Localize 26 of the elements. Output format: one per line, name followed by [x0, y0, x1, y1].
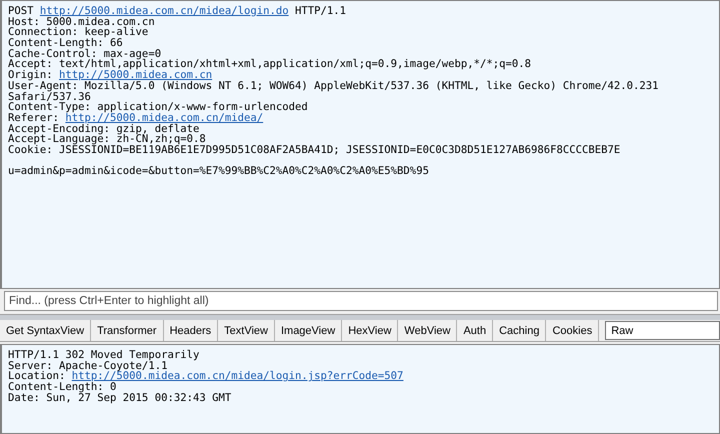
text-line: Content-Length: 66 — [8, 38, 123, 49]
text-line: Origin: http://5000.midea.com.cn — [8, 70, 212, 81]
text-line: Accept-Encoding: gzip, deflate — [8, 124, 200, 134]
text-line: Referer: http://5000.midea.com.cn/midea/ — [8, 112, 264, 124]
text-line: Date: Sun, 27 Sep 2015 00:32:43 GMT — [8, 392, 232, 404]
text-line: POST http://5000.midea.com.cn/midea/login.do HTTP/1.1 — [8, 6, 348, 17]
link[interactable]: http://5000.midea.com.cn — [59, 69, 212, 82]
text-line: HTTP/1.1 302 Moved Temporarily — [8, 350, 200, 361]
find-field[interactable]: Find... (press Ctrl+Enter to highlight all) — [4, 291, 718, 311]
text-line: Safari/537.36 — [8, 92, 92, 102]
text-line: Cookie: JSESSIONID=BE119AB6E1E7D995D51C08AF2A5BA41D; JSESSIONID=E0C0C3D8D51E127AB6986F8CCCCBEB7E — [8, 144, 622, 156]
text-line: Accept: text/html,application/xhtml+xml,application/xml;q=0.9,image/webp,*/*;q=0.8 — [8, 59, 532, 70]
text-line: Host: 5000.midea.com.cn — [8, 16, 155, 28]
tab[interactable]: Raw — [605, 321, 720, 340]
text-line: Location: http://5000.midea.com.cn/midea/login.jsp?errCode=507 — [8, 371, 404, 382]
link[interactable]: http://5000.midea.com.cn/midea/ — [65, 112, 264, 124]
text-line: Cache-Control: max-age=0 — [8, 48, 162, 60]
link[interactable]: http://5000.midea.com.cn/midea/login.do — [40, 5, 289, 17]
text-line: Content-Length: 0 — [8, 382, 116, 393]
text-line: Content-Type: application/x-www-form-urlencoded — [8, 102, 309, 113]
text-line: Server: Apache-Coyote/1.1 — [8, 360, 168, 372]
text-line: User-Agent: Mozilla/5.0 (Windows NT 6.1; WOW64) AppleWebKit/537.36 (KHTML, like Gecko) Chrome/42.0.231 — [8, 80, 660, 92]
text-line: Accept-Language: zh-CN,zh;q=0.8 — [8, 134, 206, 145]
link[interactable]: http://5000.midea.com.cn/midea/login.jsp?errCode=507 — [72, 370, 404, 382]
text-line: Connection: keep-alive — [8, 27, 150, 38]
text-line: u=admin&p=admin&icode=&button=%E7%99%BB%C2%A0%C2%A0%C2%A0%E5%BD%95 — [8, 166, 430, 177]
